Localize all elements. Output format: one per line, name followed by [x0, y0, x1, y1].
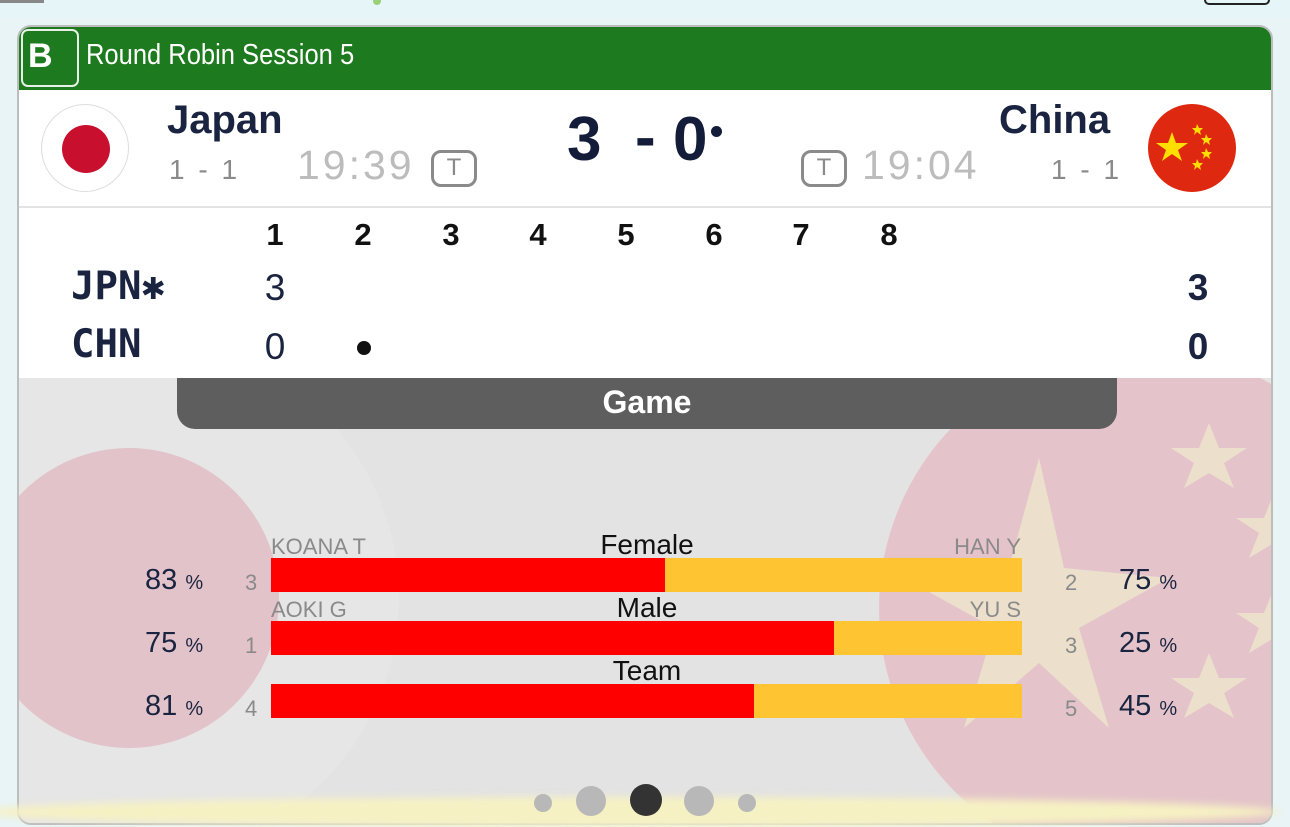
session-title: Round Robin Session 5 [86, 39, 355, 71]
tab-game[interactable]: Game [177, 378, 1117, 429]
away-shot-count: 3 [1065, 633, 1078, 658]
home-clock: 19:39 [297, 142, 415, 188]
home-pct-value: 83 [145, 564, 178, 596]
end-number: 6 [705, 217, 723, 252]
end-number: 2 [354, 217, 372, 252]
status-indicator-left [0, 0, 44, 3]
away-score: 0 [673, 105, 708, 174]
home-pct-value: 75 [145, 627, 178, 659]
home-shot-count: 1 [245, 633, 258, 658]
card-header: B Round Robin Session 5 [19, 27, 1271, 90]
end-number: 1 [266, 217, 284, 252]
away-abbr: CHN [71, 322, 142, 367]
pct-unit: % [185, 572, 204, 594]
category-label: Team [612, 655, 682, 686]
last-stone-icon: ✱ [141, 264, 165, 309]
home-player-name: AOKI G [271, 597, 347, 622]
home-pct-value: 81 [145, 690, 178, 722]
status-dot [373, 0, 381, 5]
home-end-score: 3 [264, 267, 286, 308]
away-pct: 25 % [1119, 627, 1177, 660]
away-pct-value: 25 [1119, 627, 1152, 659]
end-number: 5 [617, 217, 635, 252]
away-shot-count: 5 [1065, 696, 1078, 721]
home-pct: 81 % [145, 690, 203, 723]
away-clock: 19:04 [862, 142, 980, 188]
linescore: 1 2 3 4 5 6 7 8 JPN✱ 3 3 CHN 0 0 [19, 208, 1271, 378]
home-score: 3 [567, 105, 602, 174]
comparison-bar [271, 621, 1022, 655]
away-pct: 45 % [1119, 690, 1177, 723]
away-end-score: 0 [264, 326, 286, 367]
page-dot[interactable] [738, 794, 756, 812]
end-number: 3 [442, 217, 460, 252]
pct-unit: % [185, 698, 204, 720]
status-indicator-right [1204, 0, 1270, 5]
away-timeout-icon: T [801, 150, 847, 187]
home-bar-fill [271, 558, 666, 592]
china-stars [1156, 124, 1212, 170]
category-label: Female [600, 529, 694, 560]
home-player-name: KOANA T [271, 534, 366, 559]
page-indicator[interactable] [0, 784, 1290, 816]
top-strip [0, 0, 1290, 18]
category-label: Male [616, 592, 678, 623]
home-total: 3 [1187, 267, 1209, 308]
away-pct-value: 45 [1119, 690, 1152, 722]
china-flag-watermark [879, 378, 1271, 823]
home-pct: 83 % [145, 564, 203, 597]
score-separator: - [635, 103, 656, 172]
home-timeout-icon: T [431, 150, 477, 187]
away-total: 0 [1187, 326, 1209, 367]
pct-unit: % [1159, 635, 1178, 657]
scoreboard: Japan 1 - 1 19:39 T 3 - 0 T 19:04 China … [19, 90, 1271, 208]
sheet-badge: B [21, 29, 79, 87]
hammer-indicator [711, 126, 722, 137]
end-number: 7 [792, 217, 810, 252]
end-number: 4 [529, 217, 547, 252]
home-record: 1 - 1 [169, 154, 241, 185]
hammer-dot-icon [357, 341, 371, 355]
pct-unit: % [1159, 698, 1178, 720]
home-shot-count: 4 [245, 696, 258, 721]
page-dot[interactable] [684, 786, 714, 816]
away-team-name[interactable]: China [999, 98, 1110, 143]
away-pct: 75 % [1119, 564, 1177, 597]
away-shot-count: 2 [1065, 570, 1078, 595]
away-player-name: HAN Y [954, 534, 1021, 559]
away-pct-value: 75 [1119, 564, 1152, 596]
away-player-name: YU S [969, 597, 1021, 622]
pct-unit: % [1159, 572, 1178, 594]
comparison-bar [271, 684, 1022, 718]
page-dot[interactable] [576, 786, 606, 816]
end-number: 8 [880, 217, 898, 252]
comparison-bar [271, 558, 1022, 592]
home-team-name[interactable]: Japan [167, 98, 283, 143]
japan-flag-icon [41, 104, 129, 192]
china-flag-icon [1148, 104, 1236, 192]
home-abbr: JPN [71, 264, 142, 309]
china-stars-watermark [904, 423, 1271, 728]
pct-unit: % [185, 635, 204, 657]
game-card[interactable]: B Round Robin Session 5 Japan 1 - 1 19:3… [17, 25, 1273, 825]
player-stats-panel[interactable]: Game KOANA T Female HAN Y 83 % 3 2 75 % … [19, 378, 1271, 823]
home-abbr-row: JPN✱ [71, 264, 165, 309]
page-dot[interactable] [534, 794, 552, 812]
home-bar-fill [271, 621, 835, 655]
home-bar-fill [271, 684, 754, 718]
home-pct: 75 % [145, 627, 203, 660]
page-dot-active[interactable] [630, 784, 662, 816]
home-shot-count: 3 [245, 570, 258, 595]
away-record: 1 - 1 [1051, 154, 1123, 185]
